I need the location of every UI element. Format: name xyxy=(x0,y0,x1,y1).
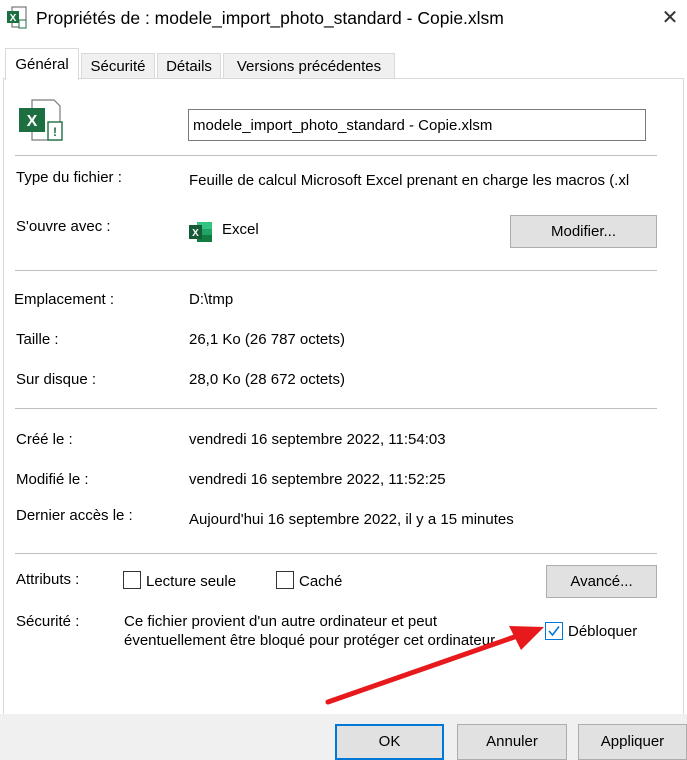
location-value: D:\tmp xyxy=(189,291,234,308)
divider xyxy=(15,155,657,156)
divider xyxy=(15,408,657,409)
tab-previous-versions[interactable]: Versions précédentes xyxy=(223,53,395,79)
unblock-label: Débloquer xyxy=(568,623,638,640)
tab-label: Versions précédentes xyxy=(236,58,382,75)
svg-text:X: X xyxy=(192,228,199,239)
hidden-label: Caché xyxy=(299,573,343,590)
window-title: Propriétés de : modele_import_photo_stan… xyxy=(36,8,504,28)
close-icon[interactable]: ✕ xyxy=(656,4,684,32)
size-label: Taille : xyxy=(16,331,59,348)
svg-text:X: X xyxy=(27,113,38,130)
modified-label: Modifié le : xyxy=(16,471,89,488)
opens-with-app: Excel xyxy=(222,221,259,238)
disk-size-value: 28,0 Ko (28 672 octets) xyxy=(189,371,345,388)
modified-value: vendredi 16 septembre 2022, 11:52:25 xyxy=(189,471,446,488)
readonly-label: Lecture seule xyxy=(146,573,237,590)
advanced-button[interactable]: Avancé... xyxy=(546,565,657,598)
attributes-label: Attributs : xyxy=(16,571,80,588)
title-bar: X Propriétés de : modele_import_photo_st… xyxy=(0,0,687,36)
readonly-checkbox[interactable] xyxy=(123,571,141,589)
excel-macro-file-icon: X ! xyxy=(16,96,64,144)
svg-text:X: X xyxy=(10,13,17,24)
excel-app-icon: X xyxy=(189,221,213,243)
cancel-button[interactable]: Annuler xyxy=(457,724,567,760)
location-label: Emplacement : xyxy=(14,291,115,308)
created-label: Créé le : xyxy=(16,431,73,448)
tab-general[interactable]: Général xyxy=(5,48,79,80)
svg-text:!: ! xyxy=(53,125,57,139)
accessed-value: Aujourd'hui 16 septembre 2022, il y a 15… xyxy=(189,511,514,528)
file-type-value: Feuille de calcul Microsoft Excel prenan… xyxy=(189,172,630,189)
created-value: vendredi 16 septembre 2022, 11:54:03 xyxy=(189,431,446,448)
filename-input[interactable]: modele_import_photo_standard - Copie.xls… xyxy=(188,109,646,141)
apply-button[interactable]: Appliquer xyxy=(578,724,687,760)
tab-security[interactable]: Sécurité xyxy=(81,53,155,79)
tab-label: Détails xyxy=(166,58,212,75)
hidden-checkbox[interactable] xyxy=(276,571,294,589)
ok-button[interactable]: OK xyxy=(335,724,444,760)
opens-with-label: S'ouvre avec : xyxy=(16,218,111,235)
security-label: Sécurité : xyxy=(16,613,80,630)
tab-label: Général xyxy=(15,56,69,73)
red-arrow-annotation xyxy=(320,615,550,710)
size-value: 26,1 Ko (26 787 octets) xyxy=(189,331,345,348)
tab-label: Sécurité xyxy=(90,58,146,75)
divider xyxy=(15,270,657,271)
accessed-label: Dernier accès le : xyxy=(16,507,133,524)
change-button[interactable]: Modifier... xyxy=(510,215,657,248)
tab-details[interactable]: Détails xyxy=(157,53,221,79)
divider xyxy=(15,553,657,554)
disk-size-label: Sur disque : xyxy=(16,371,97,388)
excel-file-icon: X xyxy=(6,6,28,30)
file-type-label: Type du fichier : xyxy=(16,169,122,186)
